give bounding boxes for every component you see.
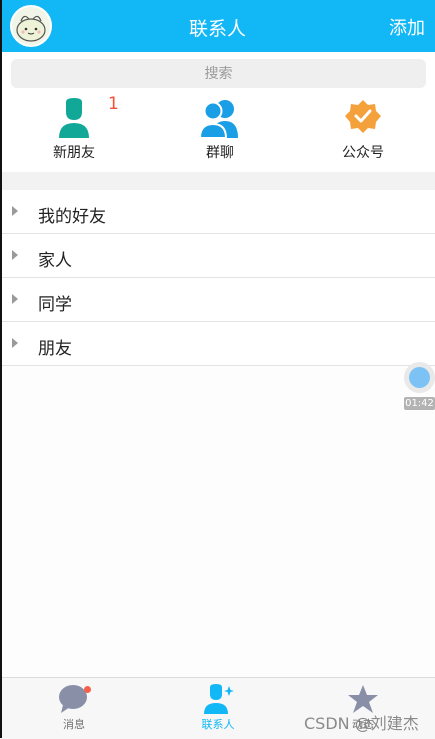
contact-groups-list: 我的好友 家人 同学 朋友 — [0, 190, 435, 366]
official-accounts-button[interactable]: 公众号 — [303, 98, 423, 170]
group-name: 家人 — [38, 251, 72, 271]
new-friends-label: 新朋友 — [53, 145, 95, 161]
section-divider — [0, 172, 435, 190]
group-row-family[interactable]: 家人 — [0, 234, 435, 278]
tab-messages[interactable]: 消息 — [29, 684, 119, 736]
expand-arrow-icon — [12, 294, 18, 304]
group-name: 我的好友 — [38, 207, 106, 227]
group-chat-button[interactable]: 群聊 — [160, 98, 280, 170]
search-bar — [0, 52, 435, 94]
contacts-icon — [204, 684, 234, 714]
group-row-my-friends[interactable]: 我的好友 — [0, 190, 435, 234]
tab-label: 消息 — [63, 718, 85, 731]
recorder-time: 01:42 — [404, 397, 435, 410]
search-input[interactable] — [11, 59, 426, 88]
tab-contacts[interactable]: 联系人 — [173, 684, 263, 736]
page-title: 联系人 — [188, 18, 246, 40]
header-bar: 联系人 添加 — [0, 0, 435, 52]
unread-dot — [84, 686, 91, 693]
group-chat-label: 群聊 — [206, 145, 234, 161]
record-dot-icon — [409, 367, 430, 388]
expand-arrow-icon — [12, 338, 18, 348]
group-icon — [199, 100, 238, 138]
new-friends-button[interactable]: 1 新朋友 — [14, 94, 134, 170]
add-button[interactable]: 添加 — [389, 14, 425, 40]
new-friends-badge: 1 — [108, 94, 119, 114]
tab-label: 联系人 — [201, 718, 235, 731]
floating-recorder-button[interactable]: 01:42 — [404, 362, 435, 414]
person-icon — [59, 98, 89, 138]
group-row-classmates[interactable]: 同学 — [0, 278, 435, 322]
group-row-friends[interactable]: 朋友 — [0, 322, 435, 366]
expand-arrow-icon — [12, 206, 18, 216]
official-accounts-label: 公众号 — [342, 145, 384, 161]
watermark: CSDN @刘建杰 — [304, 714, 419, 733]
expand-arrow-icon — [12, 250, 18, 260]
group-name: 朋友 — [38, 339, 72, 359]
verified-badge-icon — [345, 100, 381, 133]
quick-actions: 1 新朋友 群聊 公众号 — [0, 94, 435, 172]
group-name: 同学 — [38, 295, 72, 315]
left-edge-border — [0, 0, 2, 738]
